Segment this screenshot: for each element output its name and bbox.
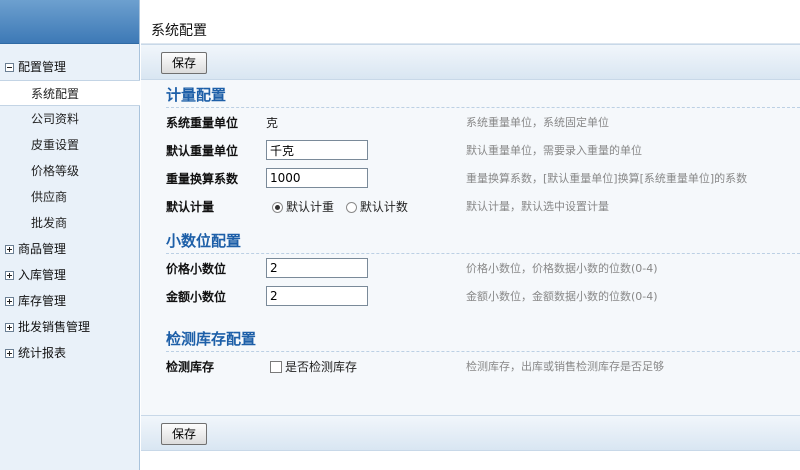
radio-label: 默认计数 (359, 199, 408, 214)
page-title: 系统配置 (151, 23, 207, 39)
expand-icon[interactable] (5, 297, 14, 306)
section-title-metering: 计量配置 (166, 80, 800, 108)
nav-group-inventory[interactable]: 库存管理 (0, 288, 139, 314)
field-hint: 价格小数位，价格数据小数的位数(0-4) (466, 262, 658, 275)
checkbox-icon[interactable] (270, 361, 282, 373)
field-label: 默认重量单位 (166, 143, 239, 158)
field-hint: 金额小数位，金额数据小数的位数(0-4) (466, 290, 658, 303)
form-row-price-decimal: 价格小数位 价格小数位，价格数据小数的位数(0-4) (166, 254, 800, 282)
field-label: 默认计量 (166, 199, 215, 214)
collapse-icon[interactable] (5, 63, 14, 72)
section-title-decimal: 小数位配置 (166, 226, 800, 254)
nav-group-config[interactable]: 配置管理 (0, 54, 139, 80)
sidebar-header (0, 0, 139, 44)
field-hint: 默认重量单位，需要录入重量的单位 (466, 144, 642, 157)
field-label: 系统重量单位 (166, 115, 239, 130)
nav-group-label: 库存管理 (18, 294, 67, 308)
nav-group-label: 配置管理 (18, 60, 67, 74)
main-panel: 系统配置 保存 计量配置 系统重量单位 克 系统重量单位，系统固定单位 默认重量… (141, 0, 800, 470)
form-row-amount-decimal: 金额小数位 金额小数位，金额数据小数的位数(0-4) (166, 282, 800, 310)
nav-group-label: 批发销售管理 (18, 320, 91, 334)
title-bar: 系统配置 (141, 0, 800, 44)
config-form: 计量配置 系统重量单位 克 系统重量单位，系统固定单位 默认重量单位 默认重量单… (141, 80, 800, 415)
expand-icon[interactable] (5, 323, 14, 332)
top-toolbar: 保存 (141, 44, 800, 80)
nav-group-inbound[interactable]: 入库管理 (0, 262, 139, 288)
nav-item-price-levels[interactable]: 价格等级 (0, 158, 139, 184)
field-label: 检测库存 (166, 359, 215, 374)
radio-label: 默认计重 (286, 199, 335, 214)
nav-group-label: 统计报表 (18, 346, 67, 360)
radio-selected-icon[interactable] (272, 201, 283, 213)
expand-icon[interactable] (5, 245, 14, 254)
field-label: 金额小数位 (166, 289, 227, 304)
form-row-default-unit: 默认重量单位 默认重量单位，需要录入重量的单位 (166, 136, 800, 164)
radio-unselected-icon[interactable] (345, 201, 357, 213)
check-stock-checkbox[interactable]: 是否检测库存 (270, 360, 357, 374)
radio-by-weight[interactable]: 默认计重 (272, 200, 334, 214)
field-hint: 系统重量单位，系统固定单位 (466, 116, 609, 129)
nav-item-wholesalers[interactable]: 批发商 (0, 210, 139, 236)
nav-group-reports[interactable]: 统计报表 (0, 340, 139, 366)
sidebar-nav: 配置管理 系统配置 公司资料 皮重设置 价格等级 供应商 批发商 商品管理 入库… (0, 44, 140, 366)
radio-by-count[interactable]: 默认计数 (345, 199, 408, 214)
nav-item-suppliers[interactable]: 供应商 (0, 184, 139, 210)
section-title-stock: 检测库存配置 (166, 324, 800, 352)
save-button-bottom[interactable]: 保存 (161, 423, 208, 445)
nav-group-label: 商品管理 (18, 242, 67, 256)
nav-group-wholesale[interactable]: 批发销售管理 (0, 314, 139, 340)
form-row-check-stock: 检测库存 是否检测库存 检测库存，出库或销售检测库存是否足够 (166, 352, 800, 380)
sidebar: 配置管理 系统配置 公司资料 皮重设置 价格等级 供应商 批发商 商品管理 入库… (0, 0, 140, 470)
conversion-factor-input[interactable] (266, 168, 368, 188)
form-row-default-metering: 默认计量 默认计重 默认计数 默认计量，默认选中设置计量 (166, 192, 800, 220)
form-row-system-unit: 系统重量单位 克 系统重量单位，系统固定单位 (166, 108, 800, 136)
checkbox-label: 是否检测库存 (285, 359, 358, 374)
nav-group-label: 入库管理 (18, 268, 67, 282)
field-hint: 默认计量，默认选中设置计量 (466, 200, 609, 213)
field-label: 重量换算系数 (166, 171, 239, 186)
field-hint: 重量换算系数，[默认重量单位]换算[系统重量单位]的系数 (466, 172, 748, 185)
price-decimal-input[interactable] (266, 258, 368, 278)
amount-decimal-input[interactable] (266, 286, 368, 306)
bottom-toolbar: 保存 (141, 415, 800, 451)
nav-item-tare-settings[interactable]: 皮重设置 (0, 132, 139, 158)
field-hint: 检测库存，出库或销售检测库存是否足够 (466, 360, 664, 373)
nav-item-system-config[interactable]: 系统配置 (0, 80, 140, 106)
default-unit-input[interactable] (266, 140, 368, 160)
nav-item-company-info[interactable]: 公司资料 (0, 106, 139, 132)
expand-icon[interactable] (5, 349, 14, 358)
nav-group-goods[interactable]: 商品管理 (0, 236, 139, 262)
save-button-top[interactable]: 保存 (161, 52, 208, 74)
field-label: 价格小数位 (166, 261, 227, 276)
system-unit-value: 克 (266, 115, 279, 130)
expand-icon[interactable] (5, 271, 14, 280)
form-row-conversion: 重量换算系数 重量换算系数，[默认重量单位]换算[系统重量单位]的系数 (166, 164, 800, 192)
